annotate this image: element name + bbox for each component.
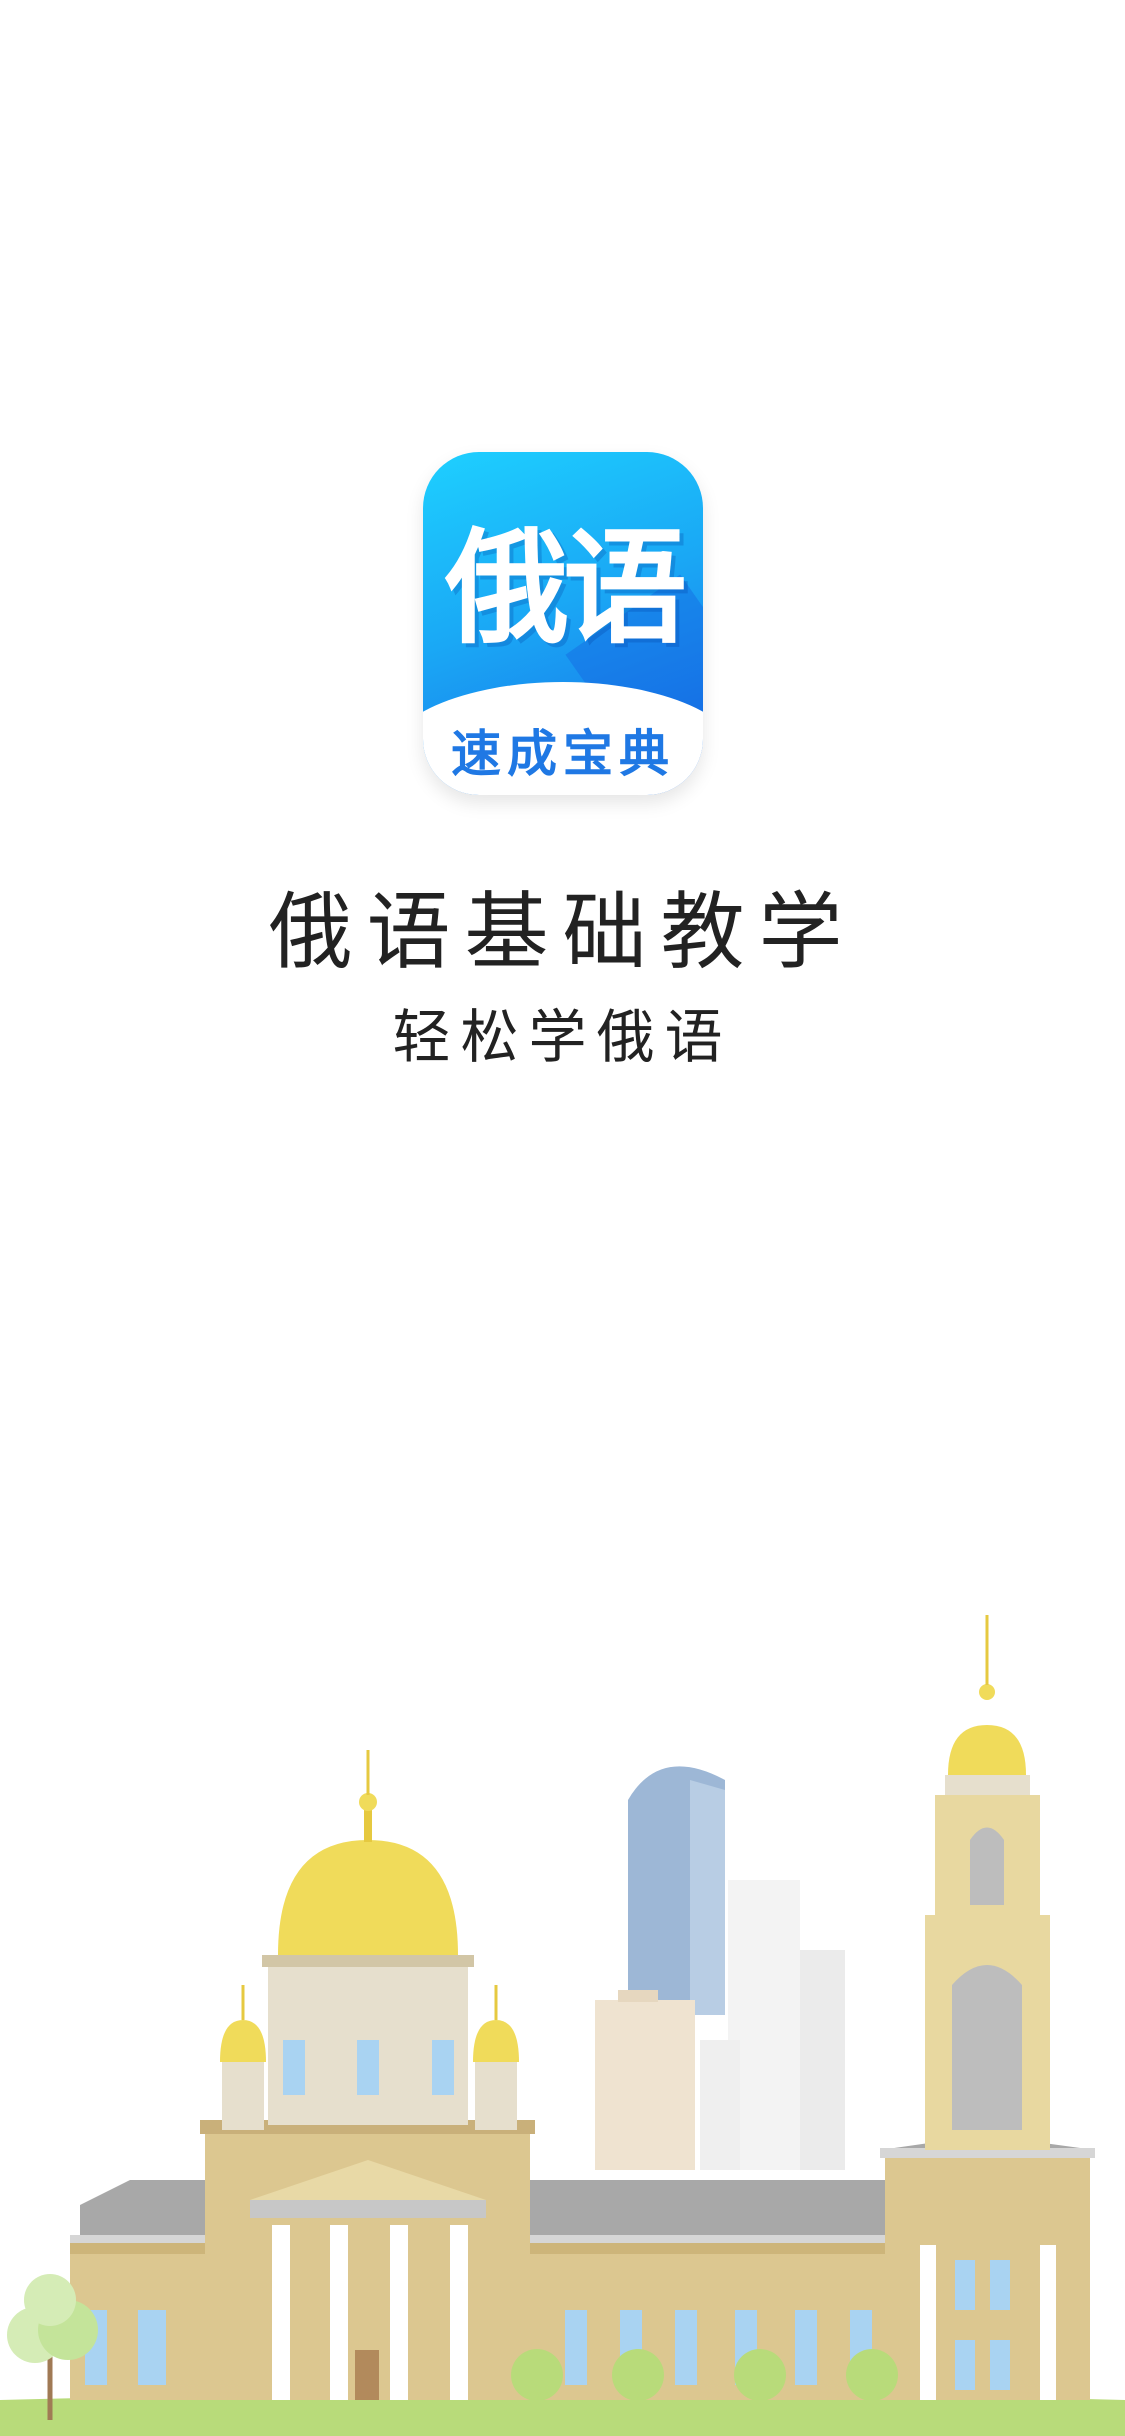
logo-subtitle: 速成宝典 xyxy=(451,725,675,783)
app-subtitle: 轻松学俄语 xyxy=(392,1003,733,1071)
logo-title: 俄语 xyxy=(444,517,687,661)
blue-skyscraper xyxy=(628,1766,725,2015)
bell-tower xyxy=(880,1615,1095,2400)
app-title: 俄语基础教学 xyxy=(268,883,857,981)
app-logo: 俄语 速成宝典 xyxy=(423,452,703,795)
side-tower-left xyxy=(220,1985,266,2130)
city-skyline-illustration xyxy=(0,1615,1125,2436)
beige-building xyxy=(595,1990,695,2170)
side-tower-right xyxy=(473,1985,519,2130)
